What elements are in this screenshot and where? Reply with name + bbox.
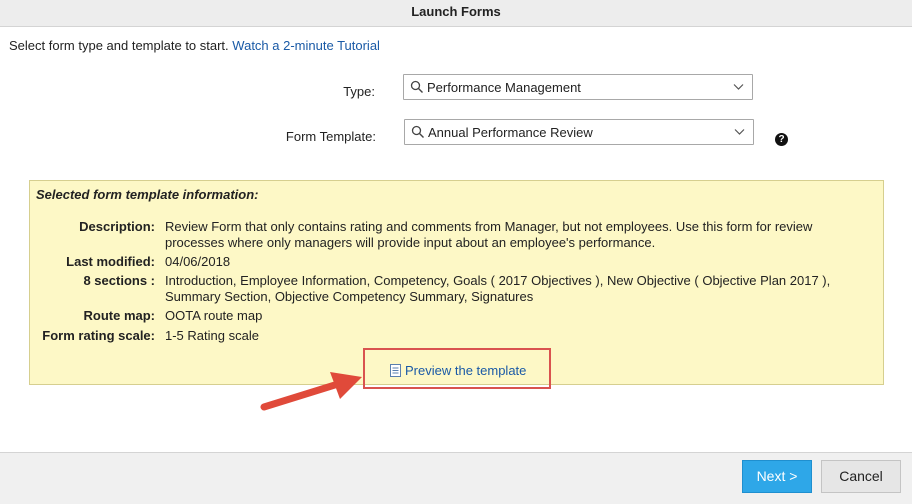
next-button[interactable]: Next >: [742, 460, 812, 493]
annotation-arrow-icon: [260, 372, 362, 411]
info-value: 04/06/2018: [165, 254, 231, 269]
template-label: Form Template:: [285, 129, 376, 144]
template-select[interactable]: Annual Performance Review: [404, 119, 754, 145]
preview-highlight-box: Preview the template: [363, 348, 551, 389]
type-select[interactable]: Performance Management: [403, 74, 753, 100]
search-icon: [410, 80, 423, 93]
info-key: Route map:: [83, 308, 156, 323]
info-value: Review Form that only contains rating an…: [165, 219, 813, 250]
type-label: Type:: [343, 84, 375, 99]
info-value: 1-5 Rating scale: [165, 328, 259, 343]
window-title: Launch Forms: [0, 0, 912, 27]
type-select-value: Performance Management: [427, 80, 581, 95]
template-select-value: Annual Performance Review: [428, 125, 593, 140]
chevron-down-icon: [734, 129, 745, 135]
preview-template-link[interactable]: Preview the template: [405, 363, 526, 378]
tutorial-link[interactable]: Watch a 2-minute Tutorial: [232, 38, 380, 53]
intro-instruction: Select form type and template to start.: [9, 38, 229, 53]
help-icon[interactable]: ?: [775, 133, 788, 146]
info-key: Description:: [79, 219, 155, 234]
search-icon: [411, 125, 424, 138]
info-key: 8 sections :: [83, 273, 155, 288]
dialog-footer: Next > Cancel: [0, 452, 912, 504]
cancel-button[interactable]: Cancel: [821, 460, 901, 493]
info-key: Last modified:: [66, 254, 155, 269]
info-value: OOTA route map: [165, 308, 263, 323]
intro-text: Select form type and template to start. …: [9, 38, 380, 53]
document-icon: [390, 364, 401, 377]
info-key: Form rating scale:: [42, 328, 155, 343]
info-heading: Selected form template information:: [36, 187, 259, 202]
info-value: Introduction, Employee Information, Comp…: [165, 273, 831, 304]
chevron-down-icon: [733, 84, 744, 90]
